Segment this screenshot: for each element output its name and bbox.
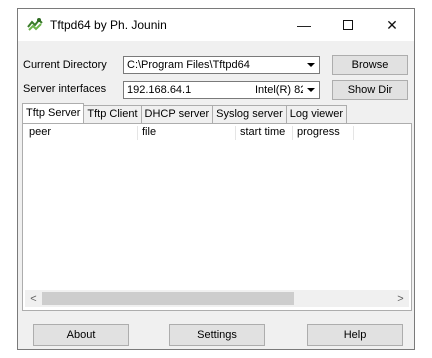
scroll-right-glyph: >: [397, 292, 404, 305]
tab-tftp-client[interactable]: Tftp Client: [83, 105, 142, 123]
server-adapter-value: Intel(R) 82!: [255, 84, 310, 96]
tab-tftp-server[interactable]: Tftp Server: [22, 103, 85, 123]
scroll-left-icon[interactable]: <: [25, 290, 42, 307]
tab-syslog-server[interactable]: Syslog server: [212, 105, 287, 123]
tab-strip: Tftp Server Tftp Client DHCP server Sysl…: [22, 103, 347, 123]
close-icon[interactable]: ✕: [370, 9, 414, 41]
app-window: Tftpd64 by Ph. Jounin — ✕ Current Direct…: [17, 8, 415, 350]
list-header: peer file start time progress: [25, 126, 354, 140]
server-interfaces-label: Server interfaces: [23, 83, 107, 95]
show-dir-button[interactable]: Show Dir: [332, 80, 408, 100]
current-directory-label: Current Directory: [23, 59, 107, 71]
scrollbar-thumb[interactable]: [42, 292, 294, 305]
scroll-right-icon[interactable]: >: [392, 290, 409, 307]
minimize-icon[interactable]: —: [282, 9, 326, 41]
about-button[interactable]: About: [33, 324, 129, 346]
window-title: Tftpd64 by Ph. Jounin: [50, 18, 167, 32]
tftp-server-panel: peer file start time progress < >: [22, 123, 412, 311]
scroll-left-glyph: <: [30, 292, 37, 305]
maximize-icon[interactable]: [326, 9, 370, 41]
browse-button-label: Browse: [351, 59, 389, 71]
chevron-down-icon[interactable]: [303, 82, 319, 98]
current-directory-value: C:\Program Files\Tftpd64: [127, 59, 250, 71]
tab-dhcp-server[interactable]: DHCP server: [140, 105, 214, 123]
minimize-glyph: —: [297, 17, 311, 33]
tab-label: Tftp Client: [87, 108, 138, 120]
tab-label: Syslog server: [216, 108, 283, 120]
help-button[interactable]: Help: [307, 324, 403, 346]
about-button-label: About: [66, 329, 96, 341]
column-header-progress[interactable]: progress: [293, 126, 354, 140]
title-bar[interactable]: Tftpd64 by Ph. Jounin — ✕: [18, 9, 414, 41]
column-header-peer[interactable]: peer: [25, 126, 138, 140]
server-ip-value: 192.168.64.1: [127, 84, 192, 96]
settings-button[interactable]: Settings: [169, 324, 265, 346]
tab-label: Tftp Server: [26, 107, 81, 119]
show-dir-button-label: Show Dir: [347, 84, 393, 96]
server-interfaces-select[interactable]: 192.168.64.1 Intel(R) 82!: [123, 81, 320, 99]
transfer-list[interactable]: peer file start time progress: [25, 126, 409, 290]
browse-button[interactable]: Browse: [332, 55, 408, 75]
tab-label: Log viewer: [289, 108, 343, 120]
tftpd-app-icon: [27, 18, 43, 31]
current-directory-select[interactable]: C:\Program Files\Tftpd64: [123, 56, 320, 74]
close-glyph: ✕: [386, 16, 398, 33]
settings-button-label: Settings: [197, 329, 237, 341]
help-button-label: Help: [343, 329, 367, 341]
column-header-file[interactable]: file: [138, 126, 236, 140]
column-header-start-time[interactable]: start time: [236, 126, 293, 140]
tab-log-viewer[interactable]: Log viewer: [285, 105, 347, 123]
tab-label: DHCP server: [144, 108, 210, 120]
chevron-down-icon[interactable]: [303, 57, 319, 73]
horizontal-scrollbar[interactable]: < >: [25, 290, 409, 307]
